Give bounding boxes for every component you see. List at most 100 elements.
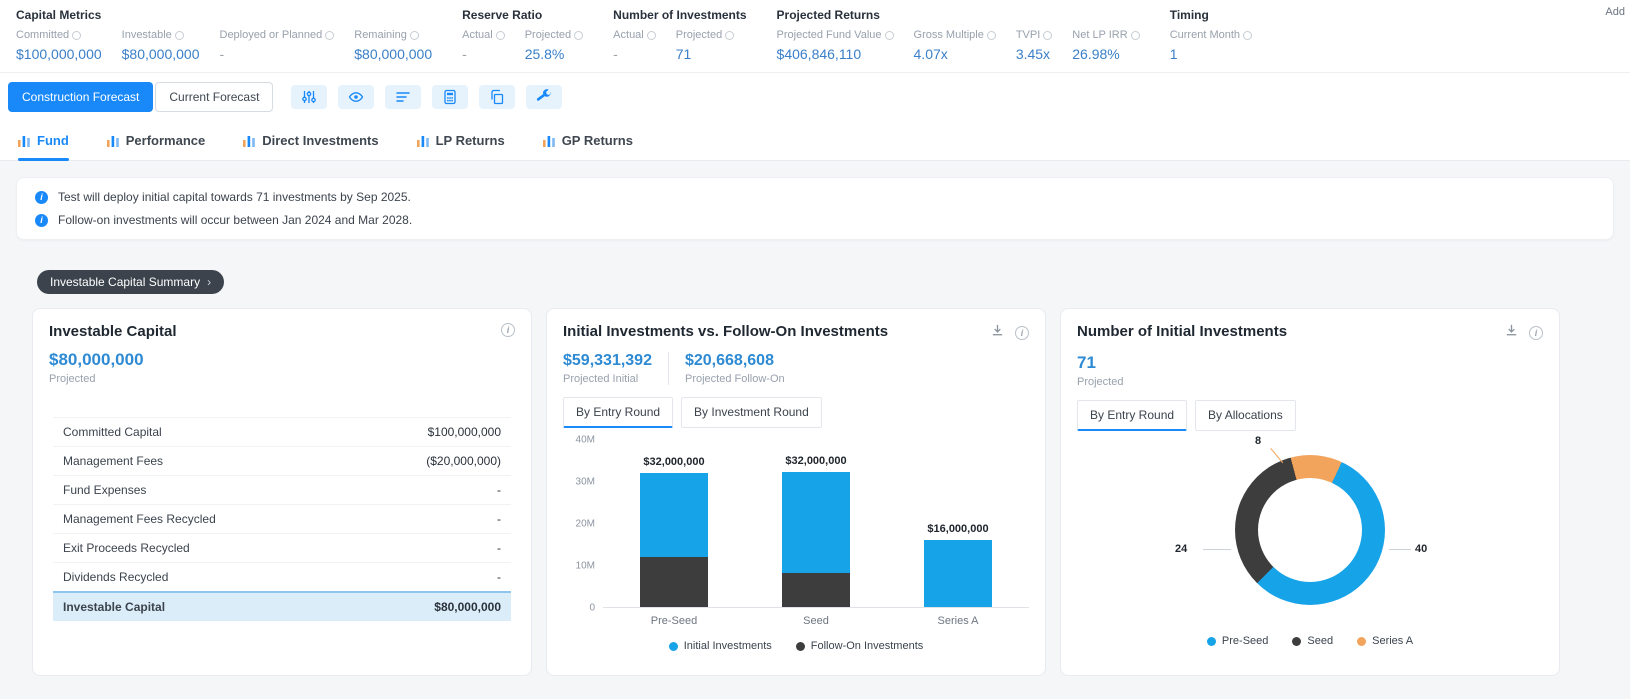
subtab-by-entry-round[interactable]: By Entry Round [1077, 400, 1188, 431]
metric-value: 26.98% [1072, 46, 1120, 62]
metric-groups: Capital Metrics Committed $100,000,000 Inve… [16, 8, 1253, 62]
metric-group-reserve-ratio: Reserve Ratio Actual - Projected 25.8% [462, 8, 584, 62]
info-icon[interactable] [325, 30, 335, 40]
bar-column-series-a: $16,000,000 Series A [924, 523, 992, 627]
tab-performance[interactable]: Performance [106, 121, 205, 160]
bar-segment-followon[interactable] [782, 573, 850, 607]
bar-chart-icon [243, 135, 256, 147]
metric-current-month: Current Month 1 [1170, 29, 1253, 62]
current-forecast-button[interactable]: Current Forecast [155, 82, 274, 112]
section-pill-investable-capital-summary[interactable]: Investable Capital Summary › [37, 270, 225, 294]
bar-segment-initial[interactable] [924, 540, 992, 607]
bar-chart-icon [106, 135, 119, 147]
info-icon[interactable]: i [1529, 326, 1543, 340]
info-icon[interactable]: i [1015, 326, 1029, 340]
metric-group-title: Projected Returns [776, 8, 880, 22]
metric-label: Remaining [354, 29, 432, 41]
y-axis: 0 10M 20M 30M 40M [563, 435, 603, 614]
category-label: Pre-Seed [650, 615, 698, 627]
metric-remaining: Remaining $80,000,000 [354, 29, 432, 62]
eye-icon-glyph [349, 92, 364, 102]
construction-forecast-button[interactable]: Construction Forecast [8, 82, 154, 112]
app: { "colors": { "accent": "#1989fa", "char… [0, 0, 1630, 699]
sliders-icon[interactable] [291, 85, 328, 109]
tab-label: Fund [37, 133, 69, 148]
bar-segment-initial[interactable] [640, 473, 708, 557]
metrics-bar: Capital Metrics Committed $100,000,000 Inve… [0, 0, 1630, 73]
row-label: Dividends Recycled [63, 570, 169, 584]
list-icon[interactable] [385, 85, 422, 109]
metric-projected-fund-value: Projected Fund Value $406,846,110 [777, 29, 894, 62]
table-row-management-fees-recycled: Management Fees Recycled - [53, 504, 511, 533]
metric-value: $100,000,000 [16, 46, 102, 62]
info-icon[interactable] [72, 30, 82, 40]
metric-label: Projected [525, 29, 584, 41]
subtab-by-entry-round[interactable]: By Entry Round [563, 397, 674, 428]
tab-gp-returns[interactable]: GP Returns [542, 121, 633, 160]
tab-direct-investments[interactable]: Direct Investments [243, 121, 379, 160]
info-icon[interactable] [1243, 30, 1253, 40]
bar-segment-followon[interactable] [640, 557, 708, 607]
info-icon[interactable] [1130, 30, 1140, 40]
metric-group-title: Number of Investments [613, 8, 747, 22]
bar-segment-initial[interactable] [782, 472, 850, 573]
legend-dot [1292, 636, 1302, 646]
legend-item-initial-investments[interactable]: Initial Investments [668, 640, 772, 652]
metric-projected: Projected 71 [675, 29, 735, 62]
info-icon[interactable] [574, 30, 584, 40]
row-label: Management Fees [63, 454, 164, 468]
tab-fund[interactable]: Fund [18, 121, 69, 161]
row-label: Committed Capital [63, 425, 162, 439]
info-icon[interactable] [495, 30, 505, 40]
tab-lp-returns[interactable]: LP Returns [416, 121, 505, 160]
metric-value: 71 [675, 46, 692, 62]
info-icon: i [35, 213, 48, 227]
info-icon[interactable] [646, 30, 656, 40]
metric-label: Net LP IRR [1072, 29, 1140, 41]
legend-item-follow-on-investments[interactable]: Follow-On Investments [795, 640, 923, 652]
row-value: - [497, 483, 501, 497]
metric-value: $80,000,000 [354, 46, 433, 62]
bar-total-label: $32,000,000 [643, 456, 705, 468]
add-link[interactable]: Add [1605, 6, 1625, 18]
metric-label: Projected [676, 29, 735, 41]
metric-group-title: Reserve Ratio [462, 8, 543, 22]
investable-capital-value: $80,000,000 [49, 350, 144, 369]
legend-label: Pre-Seed [1221, 635, 1269, 647]
legend-item-series-a[interactable]: Series A [1357, 635, 1413, 647]
donut-chart: 40 24 8 [1077, 435, 1543, 631]
info-icon[interactable] [174, 30, 184, 40]
row-value: ($20,000,000) [426, 454, 501, 468]
legend-label: Initial Investments [683, 640, 772, 652]
eye-icon[interactable] [338, 85, 375, 109]
row-label: Management Fees Recycled [63, 512, 216, 526]
info-icon[interactable] [986, 30, 996, 40]
legend-item-seed[interactable]: Seed [1292, 635, 1333, 647]
metric-value: 3.45x [1015, 46, 1051, 62]
metric-label: Current Month [1170, 29, 1253, 41]
subtab-by-investment-round[interactable]: By Investment Round [681, 397, 822, 428]
bar-chart-icon [18, 135, 30, 147]
metric-deployed-or-planned: Deployed or Planned - [220, 29, 335, 62]
metric-projected: Projected 25.8% [525, 29, 584, 62]
info-icon[interactable] [409, 30, 419, 40]
card-title: Investable Capital [49, 323, 177, 340]
copy-icon[interactable] [479, 85, 516, 109]
notice-text: Test will deploy initial capital towards… [58, 190, 411, 204]
metric-value: 4.07x [913, 46, 948, 62]
metric-label: Committed [16, 29, 102, 41]
subtab-by-allocations[interactable]: By Allocations [1195, 400, 1296, 431]
metric-gross-multiple: Gross Multiple 4.07x [914, 29, 996, 62]
wrench-icon[interactable] [526, 85, 563, 109]
info-icon[interactable]: i [501, 323, 515, 337]
y-tick-label: 40M [575, 434, 595, 446]
calculator-icon[interactable] [432, 85, 469, 109]
info-icon[interactable] [1043, 30, 1053, 40]
tab-label: GP Returns [561, 133, 633, 148]
download-icon[interactable] [1504, 323, 1519, 343]
legend-dot [795, 641, 805, 651]
info-icon[interactable] [725, 30, 735, 40]
legend-item-pre-seed[interactable]: Pre-Seed [1206, 635, 1269, 647]
download-icon[interactable] [990, 323, 1005, 343]
info-icon[interactable] [884, 30, 894, 40]
